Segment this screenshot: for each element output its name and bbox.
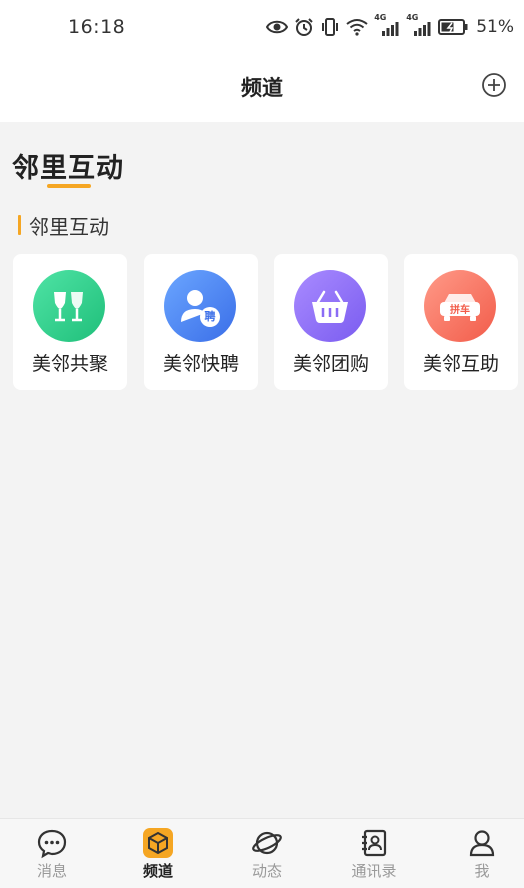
page-title: 频道 [241,76,283,100]
vibrate-icon [320,17,340,37]
status-icons: 4G 4G 51% [266,13,514,40]
network-type-label: 4G [374,13,387,22]
person-icon [466,827,498,859]
recruit-person-icon: 聘 [164,270,236,342]
nav-label: 频道 [142,862,173,880]
recruit-badge-text: 聘 [204,310,216,323]
status-bar: 16:18 4G 4G 51% [0,0,524,56]
nav-tab-contacts[interactable]: 通讯录 [322,819,426,888]
channel-grid: 美邻共聚 聘 美邻快聘 美邻团购 拼车 美邻互助 [13,254,519,390]
channel-card-label: 美邻共聚 [31,353,108,375]
signal-icon: 4G [406,13,432,37]
nav-tab-messages[interactable]: 消息 [0,819,104,888]
channel-card-label: 美邻快聘 [162,353,239,375]
subsection-label: 邻里互动 [29,214,109,239]
channel-card-groupbuy[interactable]: 美邻团购 [274,254,388,390]
channel-card-label: 美邻团购 [292,353,369,375]
chat-bubble-icon [36,827,68,859]
battery-percentage: 51% [476,17,514,37]
plus-circle-icon[interactable] [481,72,507,98]
nav-label: 消息 [36,862,67,880]
channel-card-gathering[interactable]: 美邻共聚 [13,254,127,390]
status-time: 16:18 [68,16,126,38]
signal-icon: 4G [374,13,400,37]
tab-active-indicator [47,184,91,188]
nav-label: 通讯录 [351,862,397,880]
nav-label: 动态 [251,862,282,880]
nav-tab-channels[interactable]: 频道 [106,819,210,888]
nav-tab-moments[interactable]: 动态 [215,819,319,888]
subsection-title: 邻里互动 [18,212,109,239]
subsection-accent-bar [18,215,21,235]
battery-icon [438,19,468,35]
alarm-icon [294,17,314,37]
wifi-icon [346,18,368,36]
basket-icon [294,270,366,342]
contacts-book-icon [358,827,390,859]
app-header: 频道 [0,56,524,122]
channel-card-recruit[interactable]: 聘 美邻快聘 [144,254,258,390]
wine-glasses-icon [33,270,105,342]
network-type-label: 4G [406,13,419,22]
cube-box-icon [142,827,174,859]
channel-card-label: 美邻互助 [422,353,499,375]
bottom-nav: 消息 频道 动态 通讯录 我 [0,818,524,888]
section-heading[interactable]: 邻里互动 [12,146,124,185]
planet-icon [251,827,283,859]
carpool-badge-text: 拼车 [450,305,470,316]
nav-label: 我 [474,862,490,880]
channel-card-help[interactable]: 拼车 美邻互助 [404,254,518,390]
nav-tab-me[interactable]: 我 [430,819,524,888]
car-icon: 拼车 [424,270,496,342]
eye-icon [266,19,289,35]
